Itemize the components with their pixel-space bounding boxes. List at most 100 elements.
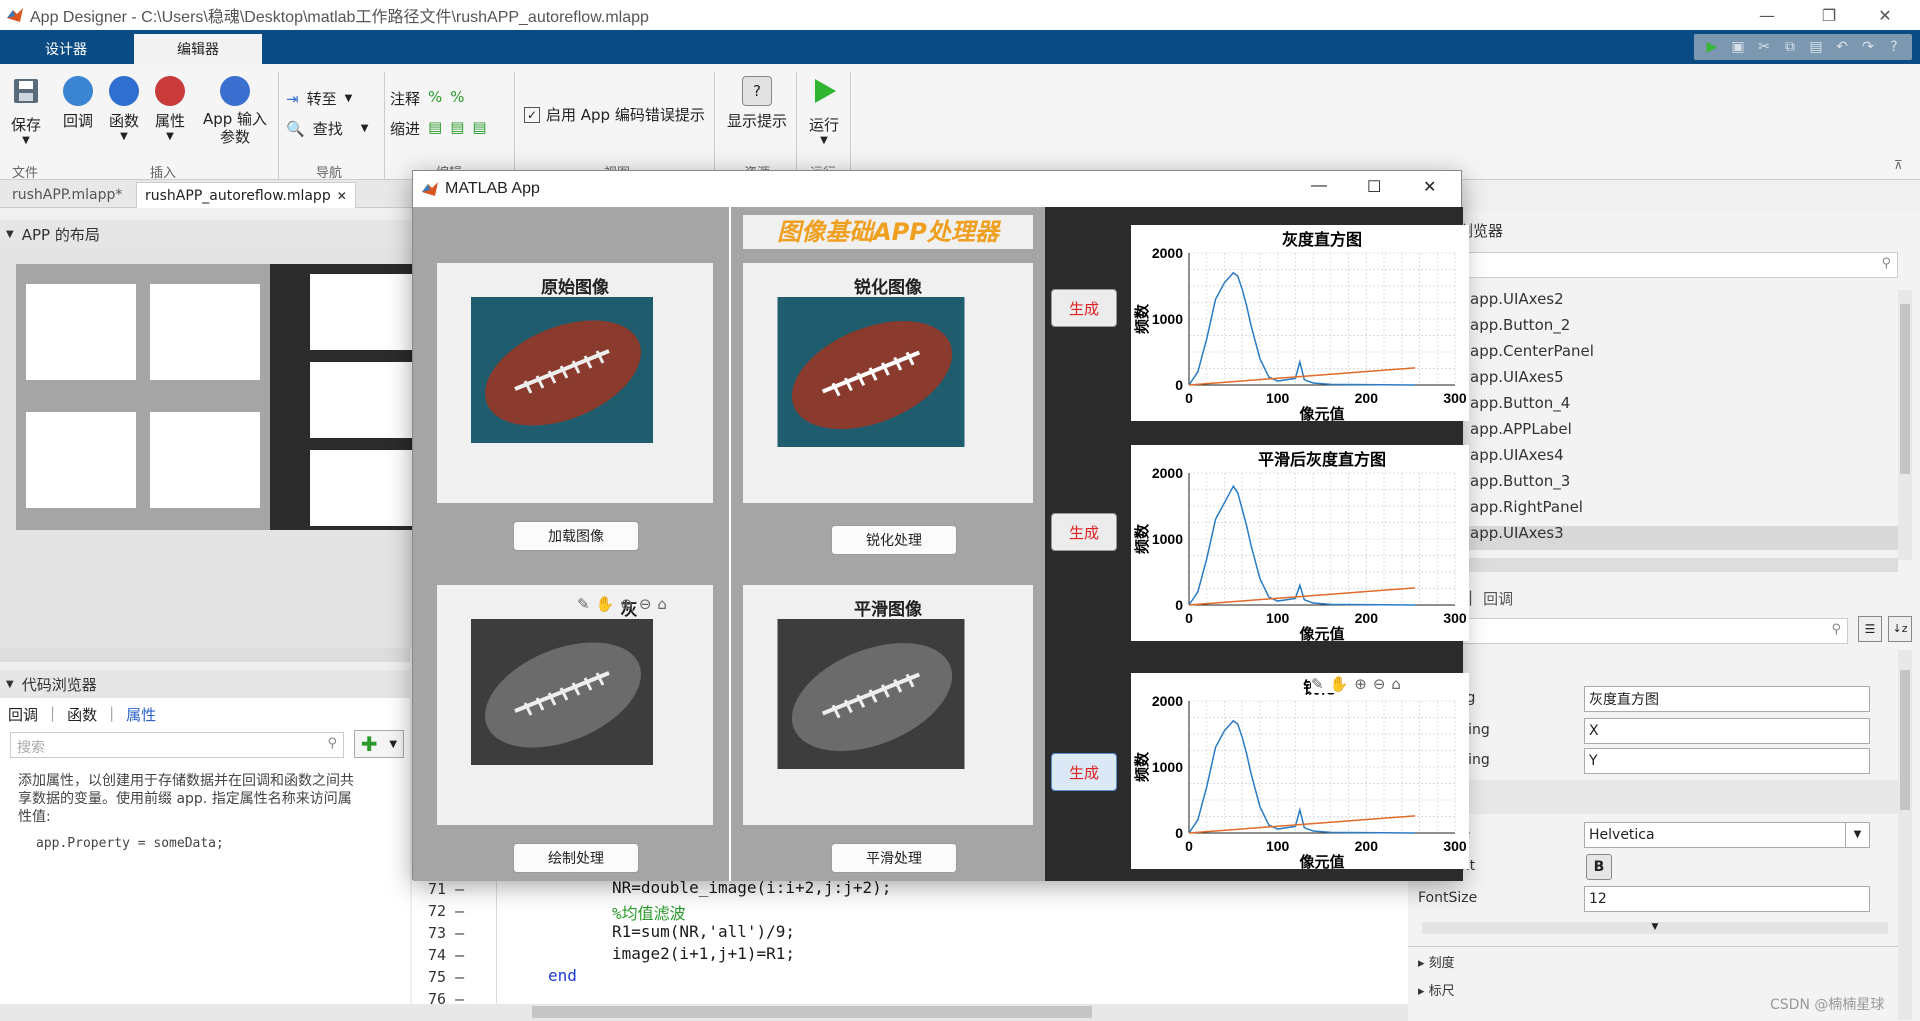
zoom-out-icon[interactable]: ⊖ — [1373, 675, 1386, 693]
prop-fontname-value[interactable]: Helvetica ▼ — [1584, 822, 1870, 848]
tree-hscroll[interactable] — [1408, 558, 1898, 572]
cb-tab-property[interactable]: 属性 — [126, 704, 156, 725]
run-icon[interactable]: ▶ — [1700, 36, 1724, 58]
app-input-button[interactable]: App 输入参数 — [198, 76, 272, 146]
bold-toggle[interactable]: B — [1586, 854, 1612, 880]
home-icon[interactable]: ⌂ — [657, 595, 667, 613]
save-icon — [14, 79, 38, 103]
paste-icon[interactable]: ▤ — [1804, 36, 1828, 58]
goto-button[interactable]: ⇥ 转至 ▼ — [286, 88, 352, 109]
zoom-out-icon[interactable]: ⊖ — [639, 595, 652, 613]
pan-icon[interactable]: ✋ — [1330, 675, 1349, 693]
section-rulers[interactable]: ▸ 标尺 — [1418, 980, 1455, 999]
tab-designer[interactable]: 设计器 — [20, 34, 112, 64]
histogram-axes-2[interactable]: 0 100 200 300 0 1000 2000 平滑后灰度直方图 像元值 频数 — [1131, 445, 1469, 643]
tree-item[interactable]: app.Button_2 — [1470, 316, 1570, 334]
tree-item[interactable]: app.APPLabel — [1470, 420, 1572, 438]
sharpen-button[interactable]: 锐化处理 — [831, 525, 957, 555]
prop-ylabel-value[interactable]: Y — [1584, 748, 1870, 774]
file-tab-rushapp[interactable]: rushAPP.mlapp* — [4, 182, 130, 208]
tree-item[interactable]: app.Button_4 — [1470, 394, 1570, 412]
minimize-icon[interactable]: — — [1311, 177, 1327, 195]
tree-item[interactable]: app.UIAxes3 — [1470, 524, 1564, 542]
tab-editor[interactable]: 编辑器 — [134, 34, 262, 64]
property-search-input[interactable]: ⚲ — [1448, 618, 1848, 644]
maximize-icon[interactable]: ☐ — [1367, 177, 1381, 197]
original-image-box: 原始图像 — [437, 263, 713, 503]
smooth-button[interactable]: 平滑处理 — [831, 843, 957, 873]
close-icon[interactable]: ✕ — [1423, 177, 1436, 197]
run-button[interactable]: 运行 ▼ — [804, 76, 844, 146]
file-tab-autoreflow[interactable]: rushAPP_autoreflow.mlapp ✕ — [136, 182, 356, 208]
left-hscroll[interactable] — [0, 1004, 412, 1021]
function-button[interactable]: 函数 ▼ — [104, 76, 144, 142]
tree-item[interactable]: app.UIAxes2 — [1470, 290, 1564, 308]
pan-icon[interactable]: ✋ — [596, 595, 615, 613]
tree-item[interactable]: app.UIAxes5 — [1470, 368, 1564, 386]
code-line[interactable]: image2(i+1,j+1)=R1; — [612, 944, 795, 963]
help-icon[interactable]: ? — [1882, 36, 1906, 58]
generate-button-3[interactable]: 生成 — [1051, 753, 1117, 791]
close-tab-icon[interactable]: ✕ — [337, 189, 347, 203]
histogram-axes-1[interactable]: 0 100 200 300 0 1000 2000 灰度直方图 像元值 频数 — [1131, 225, 1469, 423]
tree-item[interactable]: app.CenterPanel — [1470, 342, 1594, 360]
home-icon[interactable]: ⌂ — [1391, 675, 1401, 693]
layout-preview[interactable] — [0, 248, 412, 662]
inspector-vscroll[interactable] — [1898, 650, 1912, 1020]
tree-item[interactable]: app.UIAxes4 — [1470, 446, 1564, 464]
show-hints-button[interactable]: ? 显示提示 — [724, 76, 790, 131]
section-ticks[interactable]: ▸ 刻度 — [1418, 952, 1455, 971]
histogram-axes-3[interactable]: 0100200300010002000锐化l像元值频数 ✎✋⊕⊖⌂ — [1131, 673, 1469, 871]
tree-vscroll[interactable] — [1898, 290, 1912, 560]
comment-icon: % — [428, 88, 443, 106]
indent-out-icon: ▤ — [472, 118, 487, 136]
layout-panel-header[interactable]: ▼ APP 的布局 — [0, 220, 412, 248]
expand-more-icon[interactable]: ▼ — [1422, 922, 1888, 934]
tab-callback[interactable]: 回调 — [1483, 588, 1513, 609]
callback-button[interactable]: 回调 — [60, 76, 96, 131]
brush-icon[interactable]: ✎ — [577, 595, 590, 613]
generate-button-2[interactable]: 生成 — [1051, 513, 1117, 551]
minimize-icon[interactable]: — — [1744, 0, 1790, 30]
code-line[interactable]: %均值滤波 — [612, 900, 686, 924]
code-editor[interactable]: 71 – NR=double_image(i:i+2,j:j+2); 72 – %均值… — [412, 868, 1408, 1021]
undo-icon[interactable]: ↶ — [1830, 36, 1854, 58]
zoom-in-icon[interactable]: ⊕ — [620, 595, 633, 613]
comment-button[interactable]: 注释%% — [390, 88, 465, 109]
enable-hint-checkbox[interactable]: ✓ 启用 App 编码错误提示 — [524, 104, 705, 125]
prop-fontsize-value[interactable]: 12 — [1584, 886, 1870, 912]
copy-icon[interactable]: ⧉ — [1778, 36, 1802, 58]
property-button[interactable]: 属性 ▼ — [150, 76, 190, 142]
code-line[interactable]: R1=sum(NR,'all')/9; — [612, 922, 795, 941]
indent-button[interactable]: 缩进 ▤ ▤ ▤ — [390, 118, 487, 139]
redo-icon[interactable]: ↷ — [1856, 36, 1880, 58]
add-property-button[interactable]: ✚ ▼ — [354, 730, 404, 758]
cb-search-input[interactable]: 搜索 ⚲ — [10, 732, 344, 758]
draw-process-button[interactable]: 绘制处理 — [513, 843, 639, 873]
generate-button-1[interactable]: 生成 — [1051, 289, 1117, 327]
tree-item[interactable]: app.Button_3 — [1470, 472, 1570, 490]
cb-tab-callback[interactable]: 回调 — [8, 704, 38, 725]
save-icon[interactable]: ▣ — [1726, 36, 1750, 58]
code-line[interactable]: end — [548, 966, 577, 985]
tree-item[interactable]: app.RightPanel — [1470, 498, 1583, 516]
collapse-ribbon-icon[interactable]: ⊼ — [1894, 158, 1903, 172]
list-view-icon[interactable]: ☰ — [1858, 616, 1882, 642]
code-browser-header[interactable]: ▼ 代码浏览器 — [0, 670, 410, 698]
cut-icon[interactable]: ✂ — [1752, 36, 1776, 58]
cb-tab-function[interactable]: 函数 — [67, 704, 97, 725]
x-tick-label: 100 — [1266, 610, 1290, 626]
zoom-in-icon[interactable]: ⊕ — [1354, 675, 1367, 693]
restore-icon[interactable]: ❐ — [1806, 0, 1852, 30]
editor-hscroll[interactable] — [412, 1004, 1408, 1021]
brush-icon[interactable]: ✎ — [1311, 675, 1324, 693]
save-button[interactable]: 保存 ▼ — [8, 76, 44, 146]
prop-xlabel-value[interactable]: X — [1584, 718, 1870, 744]
sort-az-icon[interactable]: ↓z — [1888, 616, 1912, 642]
close-icon[interactable]: ✕ — [1862, 0, 1908, 30]
load-image-button[interactable]: 加载图像 — [513, 521, 639, 551]
component-search-input[interactable]: ⚲ — [1458, 252, 1898, 278]
prop-title-value[interactable]: 灰度直方图 — [1584, 686, 1870, 712]
find-button[interactable]: 🔍 查找 ▼ — [286, 118, 368, 139]
chevron-down-icon[interactable]: ▼ — [1845, 823, 1869, 847]
